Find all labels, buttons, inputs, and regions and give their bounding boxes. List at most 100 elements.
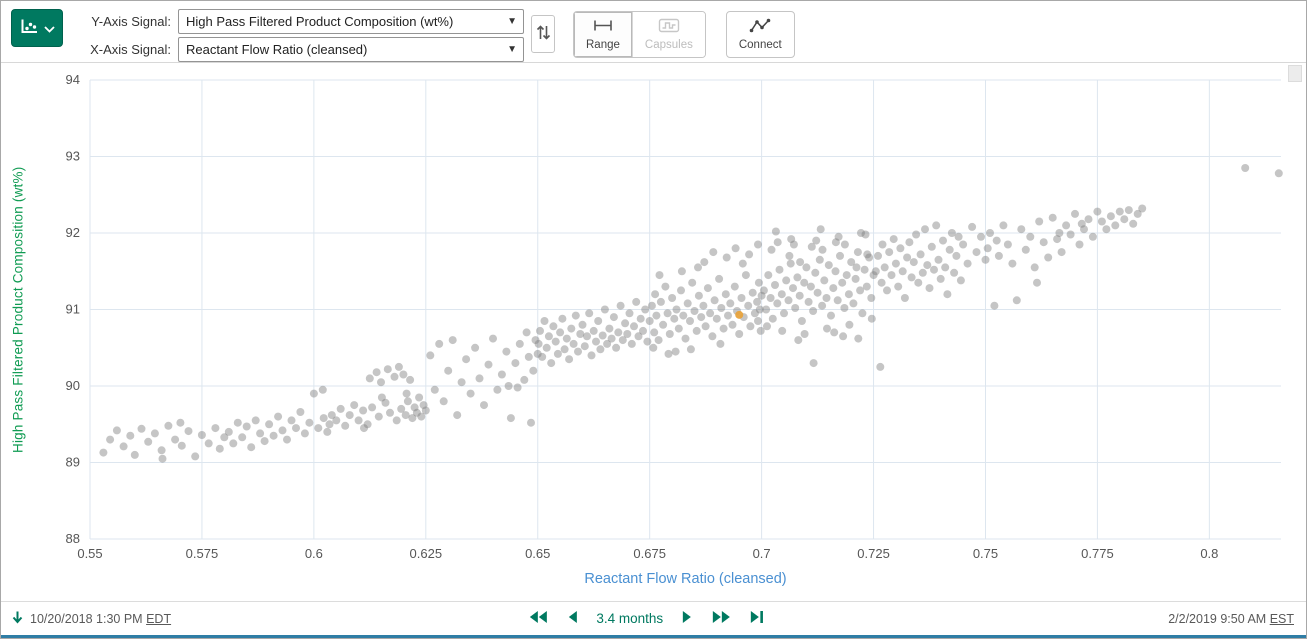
scatter-point (711, 296, 719, 304)
scatter-point (505, 382, 513, 390)
scatter-point (921, 225, 929, 233)
x-axis-signal-select[interactable]: Reactant Flow Ratio (cleansed) ▼ (178, 37, 524, 62)
scatter-point (529, 367, 537, 375)
x-tick-label: 0.65 (525, 546, 550, 561)
scatter-point (731, 283, 739, 291)
scatter-point (894, 283, 902, 291)
chevron-down-icon (44, 21, 55, 36)
x-tick-label: 0.575 (186, 546, 219, 561)
scatter-point (713, 315, 721, 323)
scatter-point (191, 452, 199, 460)
scatter-point (426, 351, 434, 359)
scatter-point (320, 414, 328, 422)
scatter-point (502, 348, 510, 356)
scatter-point (801, 330, 809, 338)
scatter-point (1033, 279, 1041, 287)
connect-button[interactable]: Connect (726, 11, 795, 58)
scatter-point (957, 276, 965, 284)
scatter-point (563, 335, 571, 343)
swap-axes-button[interactable] (531, 15, 555, 53)
scatter-point (687, 345, 695, 353)
scatter-point (608, 335, 616, 343)
scatter-point (769, 315, 777, 323)
scatter-point (780, 309, 788, 317)
scatter-point (581, 342, 589, 350)
scatter-point (556, 328, 564, 336)
pan-back-button[interactable] (563, 607, 580, 630)
scatter-point (341, 422, 349, 430)
scatter-point (360, 424, 368, 432)
y-axis-title: High Pass Filtered Product Composition (… (7, 80, 29, 539)
scatter-point (764, 271, 772, 279)
pan-forward-full-button[interactable] (709, 607, 734, 630)
scatter-point (816, 256, 824, 264)
chart-type-button[interactable] (11, 9, 63, 47)
scatter-point (594, 317, 602, 325)
scatter-point (691, 307, 699, 315)
y-tick-label: 93 (66, 149, 80, 164)
scatter-point (296, 408, 304, 416)
pan-forward-button[interactable] (679, 607, 696, 630)
scatter-point (243, 423, 251, 431)
scatter-point (699, 302, 707, 310)
range-start-arrow-icon (11, 610, 24, 628)
scatter-point (288, 416, 296, 424)
scatter-point (471, 344, 479, 352)
x-tick-label: 0.6 (305, 546, 323, 561)
scatter-point (892, 260, 900, 268)
capsules-button[interactable]: Capsules (632, 12, 705, 57)
scatter-point (914, 279, 922, 287)
scatter-point (314, 424, 322, 432)
scatter-point (738, 294, 746, 302)
scatter-point (742, 271, 750, 279)
scatter-point (585, 309, 593, 317)
scatter-point (1017, 225, 1025, 233)
scatter-point (138, 425, 146, 433)
scatter-point (126, 432, 134, 440)
scatter-point (120, 442, 128, 450)
scatter-point (375, 413, 383, 421)
scatter-point (774, 238, 782, 246)
scatter-point (688, 279, 696, 287)
range-end-timezone-link[interactable]: EST (1270, 612, 1294, 626)
scatter-point (890, 235, 898, 243)
scatter-point (778, 290, 786, 298)
scatter-point (657, 298, 665, 306)
scatter-point (664, 309, 672, 317)
scatter-point (771, 281, 779, 289)
pan-to-end-button[interactable] (747, 607, 767, 630)
scatter-point (819, 246, 827, 254)
scatter-point (536, 327, 544, 335)
x-tick-label: 0.8 (1200, 546, 1218, 561)
range-button[interactable]: Range (574, 12, 632, 57)
scatter-point (422, 407, 430, 415)
scatter-point (722, 290, 730, 298)
double-triangle-right-icon (711, 609, 732, 628)
triangle-left-icon (565, 609, 578, 628)
scatter-point (588, 351, 596, 359)
scatter-point (723, 254, 731, 262)
scatter-point (319, 386, 327, 394)
scatter-plot-canvas[interactable]: 888990919293940.550.5750.60.6250.650.675… (1, 63, 1307, 601)
scatter-point (592, 338, 600, 346)
scatter-point (652, 312, 660, 320)
y-axis-signal-select[interactable]: High Pass Filtered Product Composition (… (178, 9, 524, 34)
scatter-point (867, 294, 875, 302)
pan-back-full-button[interactable] (525, 607, 550, 630)
scatter-point (854, 248, 862, 256)
scrollbar-thumb[interactable] (1288, 65, 1302, 82)
select-caret-icon: ▼ (507, 16, 517, 27)
scatter-point (746, 322, 754, 330)
scatter-point (818, 302, 826, 310)
time-range-footer: 10/20/2018 1:30 PM EDT (1, 601, 1306, 635)
scatter-point (1026, 233, 1034, 241)
scatter-plot-icon (20, 18, 39, 38)
scatter-point (943, 290, 951, 298)
scatter-point (785, 252, 793, 260)
range-start-timezone-link[interactable]: EDT (146, 612, 171, 626)
scatter-point (229, 439, 237, 447)
axis-signal-selectors: Y-Axis Signal: High Pass Filtered Produc… (71, 9, 524, 62)
scatter-point (538, 353, 546, 361)
duration-label[interactable]: 3.4 months (596, 611, 663, 626)
scatter-point (755, 279, 763, 287)
